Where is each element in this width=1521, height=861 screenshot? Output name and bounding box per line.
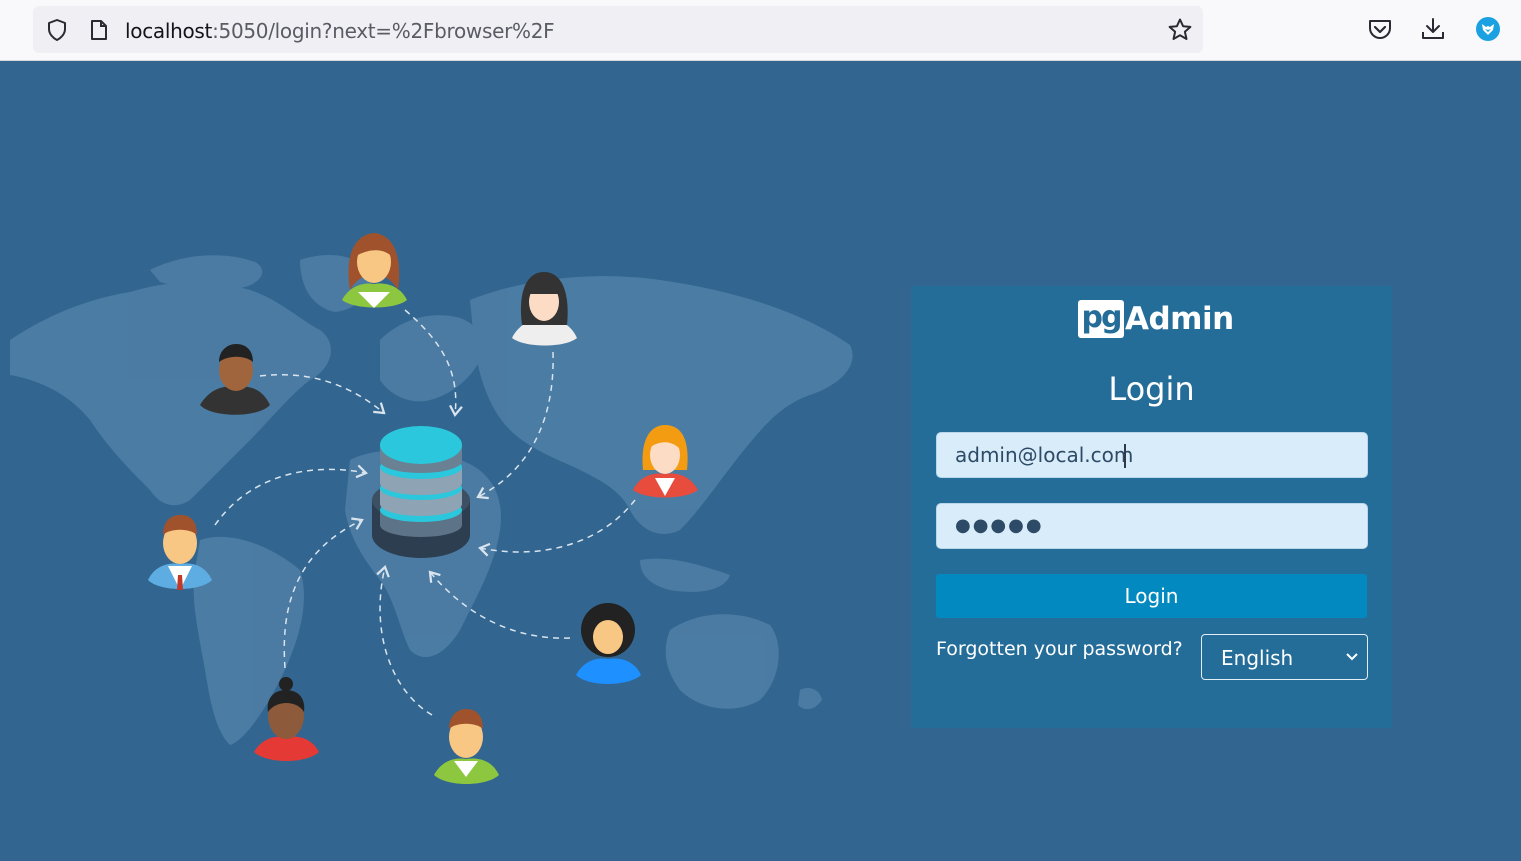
address-bar[interactable]: localhost:5050/login?next=%2Fbrowser%2F [33, 6, 1203, 53]
language-select[interactable]: English [1201, 634, 1368, 680]
password-value: ●●●●● [955, 515, 1044, 536]
chevron-down-icon [1346, 653, 1358, 661]
email-field[interactable]: admin@local.com [936, 432, 1368, 478]
language-selected: English [1221, 646, 1294, 670]
logo-admin-text: Admin [1125, 301, 1234, 337]
world-map-illustration [10, 233, 853, 784]
avatar-man-green [434, 709, 499, 784]
password-field[interactable]: ●●●●● [936, 503, 1368, 549]
avatar-woman-top [342, 233, 407, 308]
extension-fox-icon[interactable] [1475, 16, 1501, 42]
url-text[interactable]: localhost:5050/login?next=%2Fbrowser%2F [125, 19, 555, 43]
avatar-man-afro [576, 603, 641, 684]
login-title: Login [1108, 370, 1195, 408]
forgot-password-link[interactable]: Forgotten your password? [936, 638, 1183, 660]
login-panel: pg Admin Login admin@local.com ●●●●● Log… [911, 286, 1392, 728]
page-icon[interactable] [90, 19, 108, 41]
database-icon [372, 426, 470, 558]
browser-toolbar: localhost:5050/login?next=%2Fbrowser%2F [0, 0, 1521, 61]
pocket-icon[interactable] [1367, 16, 1393, 42]
text-caret [1124, 444, 1126, 468]
logo-pg-badge: pg [1078, 300, 1124, 338]
shield-icon[interactable] [46, 18, 68, 42]
star-icon[interactable] [1167, 17, 1193, 43]
email-value: admin@local.com [955, 443, 1134, 467]
download-icon[interactable] [1420, 16, 1446, 42]
login-button[interactable]: Login [936, 574, 1367, 618]
pgadmin-logo: pg Admin [1078, 300, 1234, 338]
